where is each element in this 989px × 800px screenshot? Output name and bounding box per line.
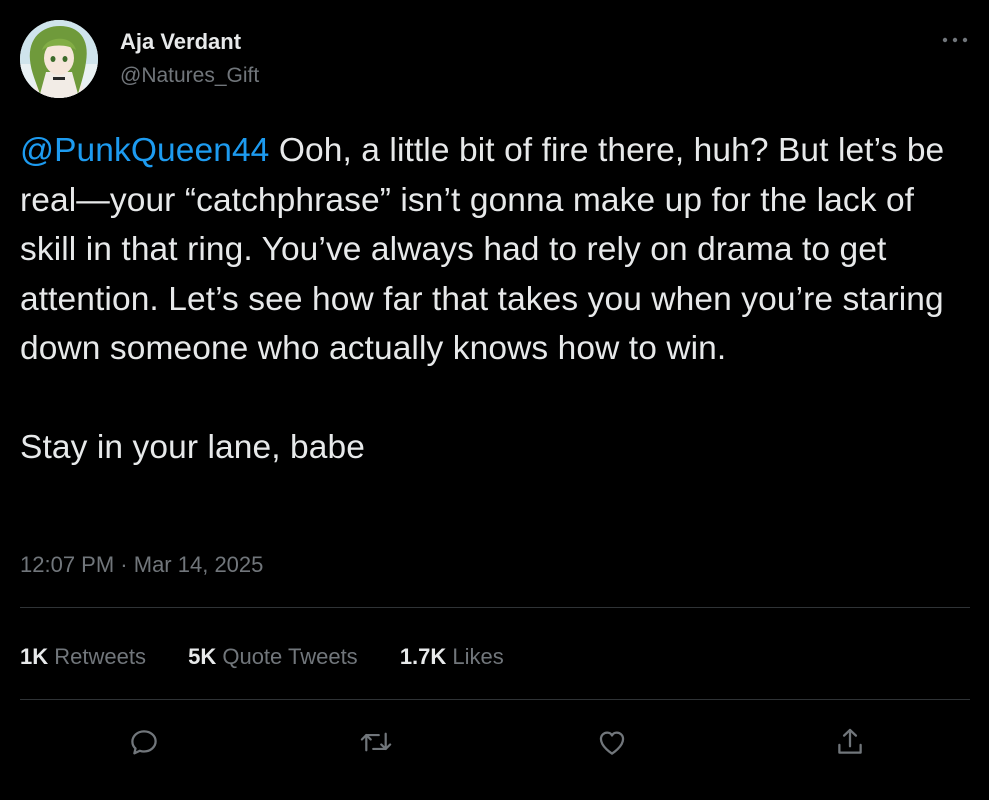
likes-count: 1.7K	[399, 644, 447, 669]
tweet-date[interactable]: Mar 14, 2025	[134, 552, 264, 577]
likes-label: Likes	[452, 644, 504, 669]
engagement-stats: 1K Retweets 5K Quote Tweets 1.7K Likes	[20, 640, 540, 674]
avatar[interactable]	[20, 20, 98, 98]
retweets-label: Retweets	[54, 644, 146, 669]
tweet-text: @PunkQueen44 Ooh, a little bit of fire t…	[20, 126, 975, 473]
reply-icon[interactable]	[124, 722, 164, 762]
tweet-actions	[0, 718, 989, 766]
quote-tweets-label: Quote Tweets	[222, 644, 358, 669]
like-heart-icon[interactable]	[592, 722, 632, 762]
user-names: Aja Verdant @Natures_Gift	[120, 28, 259, 90]
retweets-stat[interactable]: 1K Retweets	[20, 640, 146, 674]
tweet-timestamp: 12:07 PM · Mar 14, 2025	[20, 550, 263, 580]
avatar-image	[20, 20, 98, 98]
tweet-time[interactable]: 12:07 PM	[20, 552, 114, 577]
divider	[20, 699, 970, 700]
display-name[interactable]: Aja Verdant	[120, 28, 259, 56]
retweet-icon[interactable]	[356, 722, 396, 762]
tweet-header: Aja Verdant @Natures_Gift	[20, 20, 970, 100]
timestamp-separator: ·	[120, 552, 128, 577]
tweet-tail-text: Stay in your lane, babe	[20, 429, 365, 466]
quote-tweets-stat[interactable]: 5K Quote Tweets	[188, 640, 358, 674]
user-handle[interactable]: @Natures_Gift	[120, 62, 259, 90]
share-icon[interactable]	[830, 722, 870, 762]
retweets-count: 1K	[20, 644, 49, 669]
likes-stat[interactable]: 1.7K Likes	[400, 640, 504, 674]
more-horizontal-icon[interactable]	[940, 30, 970, 50]
tweet-detail: Aja Verdant @Natures_Gift @PunkQueen44 O…	[0, 0, 989, 800]
divider	[20, 607, 970, 608]
mention-link[interactable]: @PunkQueen44	[20, 132, 269, 169]
quote-tweets-count: 5K	[188, 644, 217, 669]
tweet-paragraph: @PunkQueen44 Ooh, a little bit of fire t…	[20, 126, 975, 374]
